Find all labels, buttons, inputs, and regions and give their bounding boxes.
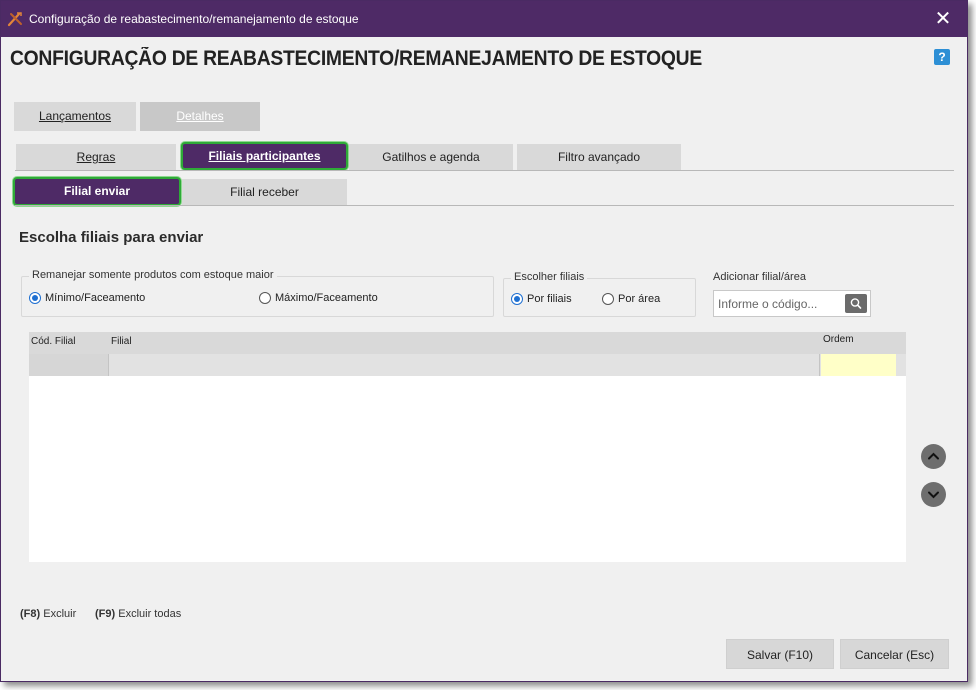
tab-filial-enviar[interactable]: Filial enviar [13,177,181,206]
tab-filiais-participantes[interactable]: Filiais participantes [181,142,348,170]
radio-dot [511,293,523,305]
page-title: CONFIGURAÇÃO DE REABASTECIMENTO/REMANEJA… [10,47,702,70]
shortcut-f9: (F9) Excluir todas [95,608,181,620]
tab-filtro-avancado[interactable]: Filtro avançado [517,144,681,170]
radio-por-area-label: Por área [618,293,661,305]
table-row[interactable] [29,354,906,376]
col-ordem[interactable]: Ordem [823,334,854,345]
cross-tools-icon [7,12,22,27]
cell-ordem[interactable] [821,354,896,376]
tab-filial-receber[interactable]: Filial receber [182,179,347,205]
tab-regras[interactable]: Regras [16,144,176,170]
chevron-down-icon [928,491,939,499]
adicionar-input[interactable]: Informe o código... [713,290,871,317]
search-button[interactable] [845,294,867,313]
tab-enviar-label: Filial enviar [63,184,131,198]
save-button[interactable]: Salvar (F10) [726,639,834,669]
search-icon [850,298,862,309]
config-window: Configuração de reabastecimento/remaneja… [0,0,968,682]
move-down-button[interactable] [921,482,946,507]
grid-header: Cód. Filial Filial Ordem [29,332,906,354]
shortcut-f8: (F8) Excluir [20,608,76,620]
radio-por-filiais-label: Por filiais [527,293,572,305]
remanejar-label: Remanejar somente produtos com estoque m… [29,269,277,281]
shortcut-f9-label: Excluir todas [118,608,182,620]
window-title: Configuração de reabastecimento/remaneja… [29,12,359,26]
tab-regras-label: Regras [76,150,116,164]
subtab-divider [15,170,954,171]
close-icon[interactable]: ✕ [931,7,955,31]
radio-por-area[interactable]: Por área [602,293,660,305]
tab-filiais-label: Filiais participantes [208,149,321,163]
radio-minimo-label: Mínimo/Faceamento [45,292,146,304]
shortcut-f9-key: (F9) [95,608,116,620]
cell-filial[interactable] [110,354,820,376]
radio-dot [602,293,614,305]
tab-lancamentos-label: Lançamentos [38,109,112,123]
shortcut-f8-key: (F8) [20,608,41,620]
tab-receber-label: Filial receber [230,185,299,199]
radio-por-filiais[interactable]: Por filiais [511,293,572,305]
help-icon[interactable]: ? [934,49,950,65]
col-cod-filial[interactable]: Cód. Filial [31,336,75,347]
cell-cod-filial[interactable] [29,354,109,376]
col-filial[interactable]: Filial [111,336,132,347]
radio-maximo[interactable]: Máximo/Faceamento [259,292,378,304]
title-bar: Configuração de reabastecimento/remaneja… [1,1,967,37]
tab-detalhes[interactable]: Detalhes [140,102,260,131]
adicionar-placeholder: Informe o código... [718,297,818,311]
shortcut-f8-label: Excluir [43,608,77,620]
tab-lancamentos[interactable]: Lançamentos [14,102,136,131]
tab-filtro-label: Filtro avançado [557,150,641,164]
tab-gatilhos[interactable]: Gatilhos e agenda [349,144,513,170]
section-title: Escolha filiais para enviar [19,229,204,246]
innertab-divider [15,205,954,206]
filiais-grid: Cód. Filial Filial Ordem [29,332,906,562]
chevron-up-icon [928,452,939,460]
radio-dot [259,292,271,304]
radio-dot [29,292,41,304]
radio-minimo[interactable]: Mínimo/Faceamento [29,292,145,304]
cancel-button[interactable]: Cancelar (Esc) [840,639,949,669]
move-up-button[interactable] [921,444,946,469]
radio-maximo-label: Máximo/Faceamento [275,292,378,304]
escolher-label: Escolher filiais [511,271,588,283]
tab-detalhes-label: Detalhes [176,109,224,123]
tab-gatilhos-label: Gatilhos e agenda [382,150,480,164]
adicionar-label: Adicionar filial/área [713,271,806,283]
